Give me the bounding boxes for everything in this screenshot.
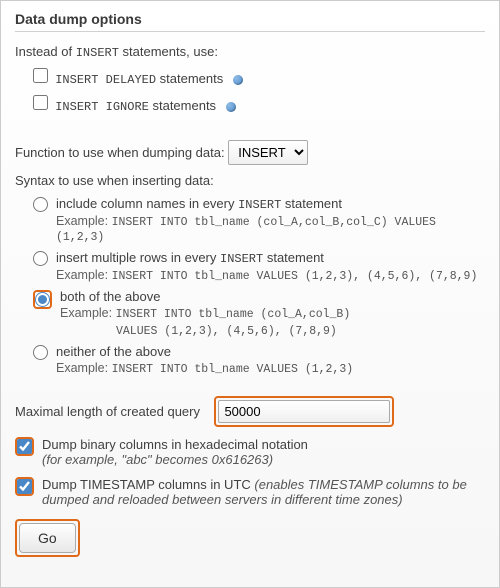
dump-function-select[interactable]: INSERT xyxy=(228,140,308,165)
code: INSERT xyxy=(220,252,263,266)
code: INSERT IGNORE xyxy=(55,100,149,114)
syntax-label: Syntax to use when inserting data: xyxy=(15,173,485,188)
go-button[interactable]: Go xyxy=(19,523,76,553)
function-label: Function to use when dumping data: xyxy=(15,145,228,160)
help-icon[interactable] xyxy=(233,75,243,85)
dump-hex-label: Dump binary columns in hexadecimal notat… xyxy=(42,437,308,452)
text: statement xyxy=(281,196,342,211)
dump-utc-label: Dump TIMESTAMP columns in UTC xyxy=(42,477,254,492)
syntax-option-neither: neither of the above Example: INSERT INT… xyxy=(33,344,485,376)
dump-hex-note: (for example, "abc" becomes 0x616263) xyxy=(42,452,273,467)
syntax-option-colnames: include column names in every INSERT sta… xyxy=(33,196,485,244)
text: statements xyxy=(149,98,216,113)
example-code: INSERT INTO tbl_name VALUES (1,2,3) xyxy=(112,363,354,376)
section-title: Data dump options xyxy=(15,11,485,32)
dump-hex-row: Dump binary columns in hexadecimal notat… xyxy=(15,437,485,467)
text: neither of the above xyxy=(56,344,171,359)
highlight-box xyxy=(33,290,52,309)
dump-utc-row: Dump TIMESTAMP columns in UTC (enables T… xyxy=(15,477,485,507)
highlight-box xyxy=(214,396,394,427)
text: insert multiple rows in every xyxy=(56,250,220,265)
example-label: Example: xyxy=(60,306,116,320)
syntax-option-multirow: insert multiple rows in every INSERT sta… xyxy=(33,250,485,283)
syntax-option-both: both of the above Example: INSERT INTO t… xyxy=(33,289,485,338)
radio-neither[interactable] xyxy=(33,345,48,360)
text: both of the above xyxy=(60,289,160,304)
code: INSERT xyxy=(238,198,281,212)
max-length-row: Maximal length of created query xyxy=(15,396,485,427)
radio-include-columns[interactable] xyxy=(33,197,48,212)
max-length-label: Maximal length of created query xyxy=(15,404,200,419)
text: include column names in every xyxy=(56,196,238,211)
radio-both[interactable] xyxy=(35,292,50,307)
example-code: VALUES (1,2,3), (4,5,6), (7,8,9) xyxy=(116,325,337,338)
example-label: Example: xyxy=(56,361,112,375)
dump-hex-checkbox[interactable] xyxy=(17,439,32,454)
code: INSERT xyxy=(76,46,119,60)
text: statements, use: xyxy=(119,44,218,59)
function-row: Function to use when dumping data: INSER… xyxy=(15,140,485,165)
highlight-box xyxy=(15,437,34,456)
example-label: Example: xyxy=(56,268,112,282)
example-code: INSERT INTO tbl_name (col_A,col_B) xyxy=(116,308,351,321)
intro-line: Instead of INSERT statements, use: xyxy=(15,44,485,60)
data-dump-options-panel: Data dump options Instead of INSERT stat… xyxy=(0,0,500,588)
insert-delayed-row: INSERT DELAYED statements xyxy=(33,68,485,87)
example-label: Example: xyxy=(56,214,112,228)
dump-utc-checkbox[interactable] xyxy=(17,479,32,494)
text: statements xyxy=(156,71,223,86)
highlight-box: Go xyxy=(15,519,80,557)
example-code: INSERT INTO tbl_name (col_A,col_B,col_C)… xyxy=(56,216,436,244)
text: Instead of xyxy=(15,44,76,59)
max-length-input[interactable] xyxy=(218,400,390,423)
text: statement xyxy=(263,250,324,265)
insert-delayed-checkbox[interactable] xyxy=(33,68,48,83)
insert-ignore-row: INSERT IGNORE statements xyxy=(33,95,485,114)
radio-multiple-rows[interactable] xyxy=(33,251,48,266)
help-icon[interactable] xyxy=(226,102,236,112)
highlight-box xyxy=(15,477,34,496)
example-code: INSERT INTO tbl_name VALUES (1,2,3), (4,… xyxy=(112,270,478,283)
code: INSERT DELAYED xyxy=(55,73,156,87)
insert-ignore-checkbox[interactable] xyxy=(33,95,48,110)
